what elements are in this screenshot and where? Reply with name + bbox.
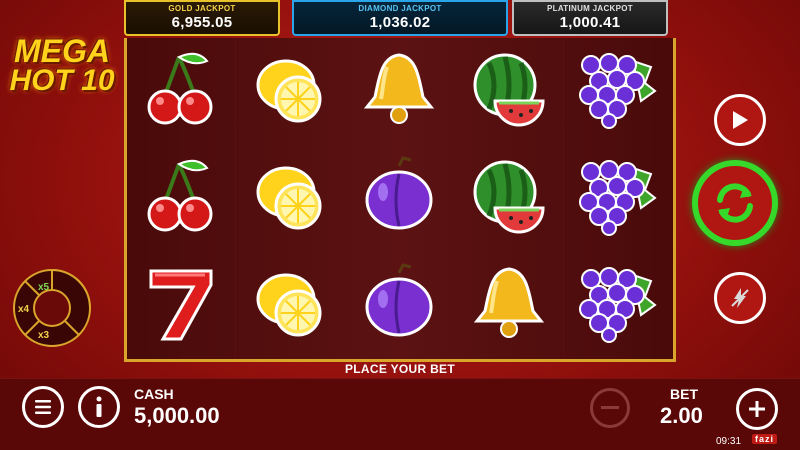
bet-value: 2.00	[660, 403, 703, 428]
platinum-jackpot: PLATINUM JACKPOT 1,000.41	[512, 0, 668, 36]
menu-icon	[35, 400, 51, 414]
info-icon	[96, 396, 102, 417]
minus-icon	[601, 406, 619, 409]
autoplay-button[interactable]	[714, 94, 766, 146]
reel-cell	[236, 252, 346, 359]
clock: 09:31	[716, 436, 742, 447]
diamond-jackpot: DIAMOND JACKPOT 1,036.02	[292, 0, 508, 36]
reel-cell	[236, 145, 346, 252]
decrease-bet-button[interactable]	[590, 388, 630, 428]
gold-jackpot: GOLD JACKPOT 6,955.05	[124, 0, 280, 36]
info-button[interactable]	[78, 386, 120, 428]
grapes-symbol	[575, 263, 661, 348]
watermelon-symbol	[469, 49, 549, 134]
multiplier-x5: x5	[38, 282, 50, 293]
reel-cell	[127, 252, 237, 359]
plum-symbol	[359, 156, 439, 241]
reel-cell	[345, 252, 455, 359]
diamond-jackpot-value: 1,036.02	[369, 14, 431, 31]
status-message: PLACE YOUR BET	[345, 362, 455, 376]
brand-logo: fazi	[752, 434, 778, 444]
lemon-symbol	[250, 49, 330, 134]
reel-cell	[455, 252, 564, 359]
watermelon-symbol	[469, 156, 549, 241]
reel-cell	[345, 38, 455, 145]
reel-grid	[124, 38, 676, 362]
multiplier-x3: x3	[38, 330, 50, 341]
increase-bet-button[interactable]	[736, 388, 778, 430]
reel-cell	[564, 38, 673, 145]
cherry-symbol	[141, 49, 221, 134]
reel-cell	[564, 145, 673, 252]
reel-cell	[127, 38, 237, 145]
platinum-jackpot-value: 1,000.41	[559, 14, 621, 31]
reel-cell	[127, 145, 237, 252]
cherry-symbol	[141, 156, 221, 241]
grapes-symbol	[575, 49, 661, 134]
game-logo: MEGA HOT 10	[8, 33, 116, 97]
menu-button[interactable]	[22, 386, 64, 428]
reel-cell	[345, 145, 455, 252]
play-icon	[733, 111, 748, 129]
platinum-jackpot-label: PLATINUM JACKPOT	[547, 4, 633, 13]
multiplier-wheel: x5 x4 x3	[13, 269, 91, 347]
reel-cell	[455, 145, 564, 252]
diamond-jackpot-label: DIAMOND JACKPOT	[358, 4, 442, 13]
reel-cell	[236, 38, 346, 145]
reel-cell	[564, 252, 673, 359]
logo-line-1: MEGA	[14, 33, 110, 69]
turbo-button[interactable]	[714, 272, 766, 324]
reel-cell	[455, 38, 564, 145]
logo-line-2: HOT 10	[9, 64, 115, 97]
turbo-icon	[731, 288, 749, 308]
seven-symbol	[141, 263, 221, 348]
spin-icon	[717, 183, 753, 223]
lemon-symbol	[250, 156, 330, 241]
bell-symbol	[469, 263, 549, 348]
lemon-symbol	[250, 263, 330, 348]
gold-jackpot-label: GOLD JACKPOT	[168, 4, 236, 13]
bell-symbol	[359, 49, 439, 134]
cash-label: CASH	[134, 386, 174, 402]
cash-value: 5,000.00	[134, 403, 220, 428]
gold-jackpot-value: 6,955.05	[171, 14, 233, 31]
grapes-symbol	[575, 156, 661, 241]
plus-icon	[749, 401, 765, 417]
bet-label: BET	[670, 386, 698, 402]
multiplier-x4: x4	[18, 304, 30, 315]
plum-symbol	[359, 263, 439, 348]
spin-button[interactable]	[692, 160, 778, 246]
